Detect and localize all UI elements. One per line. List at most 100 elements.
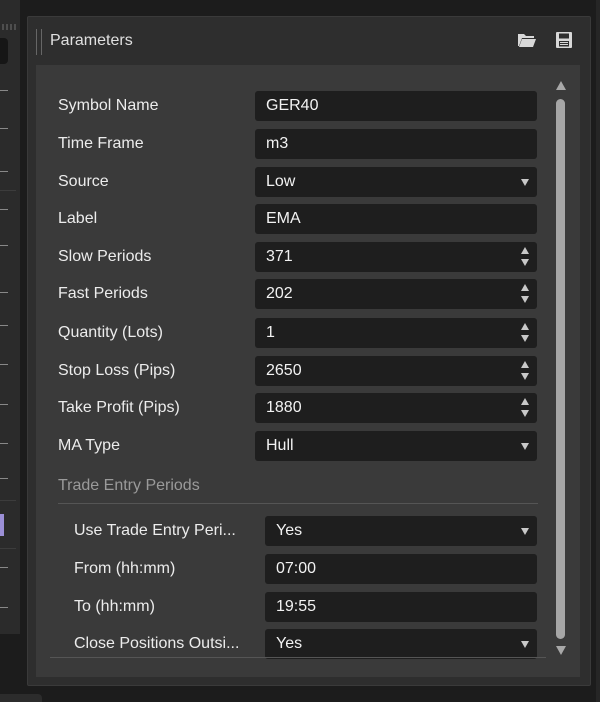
toolbar-selected-tool[interactable] [0,514,4,536]
param-label: Slow Periods [58,248,152,265]
param-row-use-trade-entry: Use Trade Entry Peri... Yes [36,516,546,546]
toolbar-tool[interactable] [0,325,8,326]
symbol-name-input[interactable]: GER40 [255,91,537,121]
toolbar-tool[interactable] [0,128,8,129]
param-label: Take Profit (Pips) [58,399,180,416]
folder-open-icon[interactable] [517,31,537,49]
param-label: Stop Loss (Pips) [58,362,176,379]
close-positions-dropdown[interactable]: Yes [265,629,537,659]
toolbar-tool[interactable] [0,443,8,444]
scroll-up-icon[interactable] [556,81,566,90]
toolbar-tool[interactable] [0,292,8,293]
vertical-scrollbar[interactable] [553,81,569,671]
param-row-ma-type: MA Type Hull [36,431,546,461]
field-value: GER40 [266,97,319,114]
param-row-take-profit: Take Profit (Pips) 1880 [36,393,546,423]
take-profit-stepper[interactable]: 1880 [255,393,537,423]
field-value: 07:00 [276,560,317,577]
chevron-down-icon[interactable] [521,443,529,450]
drag-grip-icon[interactable] [36,29,42,55]
param-row-to: To (hh:mm) 19:55 [36,592,546,622]
toolbar-tool[interactable] [0,90,8,91]
chevron-down-icon[interactable] [521,179,529,186]
param-label: Quantity (Lots) [58,324,163,341]
group-header-trade-entry: Trade Entry Periods [58,477,200,494]
param-row-time-frame: Time Frame m3 [36,129,546,159]
field-value: Low [266,173,296,190]
label-input[interactable]: EMA [255,204,537,234]
source-dropdown[interactable]: Low [255,167,537,197]
field-value: 1 [266,324,275,341]
ma-type-dropdown[interactable]: Hull [255,431,537,461]
spinner-icon[interactable] [521,323,530,343]
field-value: Yes [276,522,303,539]
stop-loss-stepper[interactable]: 2650 [255,356,537,386]
param-label: Close Positions Outsi... [74,635,240,652]
save-icon[interactable] [555,31,575,49]
panel-title: Parameters [50,32,133,49]
scrollbar-thumb[interactable] [556,99,565,639]
time-frame-input[interactable]: m3 [255,129,537,159]
fast-periods-stepper[interactable]: 202 [255,279,537,309]
field-value: 2650 [266,362,302,379]
toolbar-tool[interactable] [0,245,8,246]
param-label: To (hh:mm) [74,598,155,615]
bottom-tab[interactable] [0,694,42,702]
param-row-stop-loss: Stop Loss (Pips) 2650 [36,356,546,386]
spinner-icon[interactable] [521,361,530,381]
param-label: Use Trade Entry Peri... [74,522,236,539]
toolbar-tool[interactable] [0,607,8,608]
param-row-from: From (hh:mm) 07:00 [36,554,546,584]
chevron-down-icon[interactable] [521,528,529,535]
to-time-input[interactable]: 19:55 [265,592,537,622]
spinner-icon[interactable] [521,398,530,418]
param-label: Label [58,210,98,227]
toolbar-tool[interactable] [0,209,8,210]
param-row-source: Source Low [36,167,546,197]
field-value: 1880 [266,399,302,416]
param-label: Symbol Name [58,97,159,114]
field-value: Yes [276,635,303,652]
toolbar-tool[interactable] [0,567,8,568]
toolbar-tool[interactable] [0,404,8,405]
toolbar-active-tool[interactable] [0,38,8,64]
toolbar-divider [0,190,16,191]
param-row-close-positions: Close Positions Outsi... Yes [36,629,546,659]
param-label: Source [58,173,109,190]
scroll-down-icon[interactable] [556,646,566,655]
field-value: 371 [266,248,293,265]
param-label: MA Type [58,437,120,454]
spinner-icon[interactable] [521,247,530,267]
field-value: 202 [266,285,293,302]
field-value: m3 [266,135,289,152]
toolbar-tool[interactable] [0,478,8,479]
quantity-stepper[interactable]: 1 [255,318,537,348]
param-row-label: Label EMA [36,204,546,234]
param-label: Time Frame [58,135,144,152]
list-bottom-divider [50,657,546,658]
toolbar-grip[interactable] [2,24,16,30]
field-value: EMA [266,210,301,227]
field-value: Hull [266,437,294,454]
group-divider [58,503,538,504]
parameters-list: Symbol Name GER40 Time Frame m3 Source L… [36,65,580,677]
param-row-slow-periods: Slow Periods 371 [36,242,546,272]
field-value: 19:55 [276,598,317,615]
param-row-quantity: Quantity (Lots) 1 [36,318,546,348]
toolbar-divider [0,500,16,501]
param-label: Fast Periods [58,285,148,302]
toolbar-divider [0,548,16,549]
parameters-panel: Parameters Symbol Name GER40 Time Frame [27,16,591,686]
use-trade-entry-dropdown[interactable]: Yes [265,516,537,546]
slow-periods-stepper[interactable]: 371 [255,242,537,272]
param-row-symbol-name: Symbol Name GER40 [36,91,546,121]
param-row-fast-periods: Fast Periods 202 [36,279,546,309]
toolbar-tool[interactable] [0,364,8,365]
spinner-icon[interactable] [521,284,530,304]
chevron-down-icon[interactable] [521,641,529,648]
param-label: From (hh:mm) [74,560,176,577]
left-toolbar [0,0,20,634]
window-edge [596,0,600,702]
toolbar-tool[interactable] [0,171,8,172]
from-time-input[interactable]: 07:00 [265,554,537,584]
